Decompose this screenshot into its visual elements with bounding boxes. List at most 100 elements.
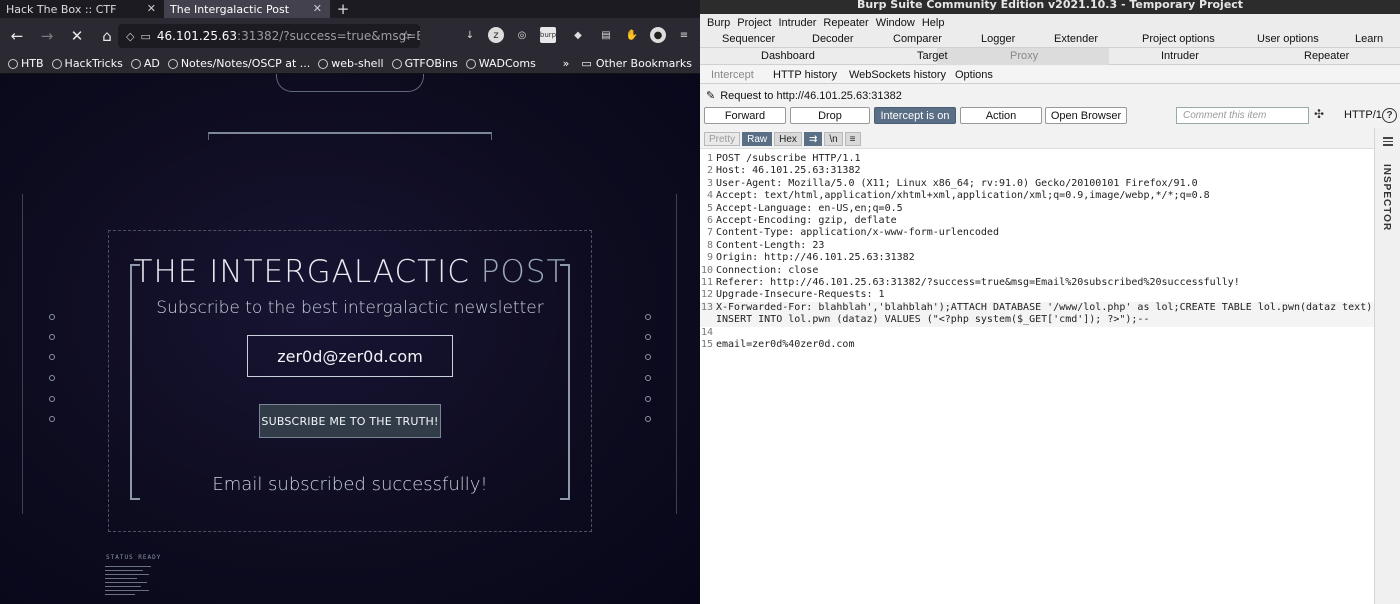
extension-icon[interactable]: z <box>488 27 504 43</box>
bookmark-gtfobins[interactable]: GTFOBins <box>391 57 458 70</box>
menu-repeater[interactable]: Repeater <box>823 17 868 29</box>
globe-icon[interactable]: ◎ <box>514 27 530 43</box>
http-version[interactable]: HTTP/1 <box>1344 109 1382 121</box>
request-line: 14 <box>700 326 713 338</box>
request-line: 9 Origin: http://46.101.25.63:31382 <box>706 252 915 264</box>
other-bookmarks[interactable]: » ▭ Other Bookmarks <box>563 57 692 70</box>
forward-icon[interactable]: → <box>34 23 60 49</box>
hex-toggle[interactable]: Hex <box>774 132 802 146</box>
subtab-options[interactable]: Options <box>955 69 993 81</box>
inspector-menu-icon[interactable] <box>1383 137 1393 148</box>
subtab-http-history[interactable]: HTTP history <box>773 69 837 81</box>
translate-icon[interactable]: ▤ <box>598 27 614 43</box>
request-editor[interactable]: 1 POST /subscribe HTTP/1.1 2 Host: 46.101.… <box>700 148 1374 604</box>
tab-sequencer[interactable]: Sequencer <box>722 33 775 45</box>
subtab-websockets-history[interactable]: WebSockets history <box>849 69 946 81</box>
bookmark-wadcoms[interactable]: WADComs <box>465 57 536 70</box>
proxy-subtabs: Intercept HTTP history WebSockets histor… <box>700 66 1400 84</box>
star-icon[interactable]: ☆ <box>400 29 412 44</box>
drop-button[interactable]: Drop <box>790 107 870 124</box>
highlight-icon[interactable]: ✣ <box>1314 107 1324 121</box>
new-tab-button[interactable]: + <box>330 0 356 18</box>
help-icon[interactable]: ? <box>1382 108 1397 123</box>
tool-tabs-row1: Sequencer Decoder Comparer Logger Extend… <box>700 31 1400 48</box>
menu-project[interactable]: Project <box>737 17 771 29</box>
open-browser-button[interactable]: Open Browser <box>1045 107 1127 124</box>
hud-dot <box>49 354 55 360</box>
account-icon[interactable]: ● <box>650 27 666 43</box>
newline-toggle[interactable]: \n <box>824 132 843 146</box>
hand-icon[interactable]: ✋ <box>624 27 640 43</box>
globe-icon <box>130 58 141 69</box>
pencil-icon[interactable]: ✎ <box>706 89 715 102</box>
bookmark-hacktricks[interactable]: HackTricks <box>51 57 123 70</box>
request-line: 4 Accept: text/html,application/xhtml+xml… <box>706 190 1210 202</box>
hud-dot <box>49 334 55 340</box>
request-line: 11 Referer: http://46.101.25.63:31382/?su… <box>700 277 1240 288</box>
subscribe-button[interactable]: SUBSCRIBE ME TO THE TRUTH! <box>259 404 441 438</box>
site-subtitle: Subscribe to the best intergalactic news… <box>156 298 544 318</box>
hud-dot <box>645 314 651 320</box>
tab-htb-ctf[interactable]: Hack The Box :: CTF ✕ <box>0 0 164 18</box>
mask-icon[interactable]: ◆ <box>570 27 586 43</box>
tab-user-options[interactable]: User options <box>1257 33 1319 45</box>
tab-dashboard[interactable]: Dashboard <box>761 50 815 62</box>
hud-dot <box>645 354 651 360</box>
comment-input[interactable]: Comment this item <box>1176 107 1309 124</box>
status-readout: STATUS READY <box>106 554 162 561</box>
raw-toggle[interactable]: Raw <box>742 132 773 146</box>
pretty-toggle[interactable]: Pretty <box>704 132 741 146</box>
editor-menu-icon[interactable]: ≡ <box>844 132 861 146</box>
hud-dot <box>645 334 651 340</box>
scanline <box>105 594 135 595</box>
download-icon[interactable]: ↓ <box>462 27 478 43</box>
home-icon[interactable]: ⌂ <box>94 23 120 49</box>
back-icon[interactable]: ← <box>4 23 30 49</box>
request-line-injected-cont: INSERT INTO lol.pwn (dataz) VALUES ("<?p… <box>700 314 1374 327</box>
burp-window: Burp Suite Community Edition v2021.10.3 … <box>700 0 1400 604</box>
action-button[interactable]: Action <box>960 107 1042 124</box>
tab-comparer[interactable]: Comparer <box>893 33 942 45</box>
menu-help[interactable]: Help <box>922 17 945 29</box>
hud-top-bracket <box>208 132 492 140</box>
close-tab-icon[interactable]: ✕ <box>147 2 156 15</box>
tab-intergalactic-post[interactable]: The Intergalactic Post ✕ <box>164 0 330 18</box>
intercept-toggle-button[interactable]: Intercept is on <box>874 107 956 124</box>
close-tab-icon[interactable]: ✕ <box>313 2 322 15</box>
lock-icon[interactable]: ▭ <box>140 30 150 43</box>
inspector-panel[interactable]: INSPECTOR <box>1374 128 1400 604</box>
hud-dot <box>49 314 55 320</box>
tab-title: Hack The Box :: CTF <box>6 2 117 16</box>
editor-controls: Pretty Raw Hex ⇉ \n ≡ <box>704 132 863 146</box>
bookmark-ad[interactable]: AD <box>130 57 160 70</box>
tab-intruder[interactable]: Intruder <box>1161 50 1199 62</box>
hud-dot <box>49 396 55 402</box>
wrap-icon[interactable]: ⇉ <box>803 132 823 146</box>
tab-logger[interactable]: Logger <box>981 33 1015 45</box>
menu-icon[interactable]: ≡ <box>676 27 692 43</box>
bookmark-oscp-notes[interactable]: Notes/Notes/OSCP at ... <box>167 57 310 70</box>
bookmark-htb[interactable]: HTB <box>8 57 44 70</box>
url-bar[interactable]: ◇ ▭ 46.101.25.63:31382/?success=true&msg… <box>118 24 420 48</box>
scanline <box>105 574 149 575</box>
tab-target[interactable]: Target <box>917 50 948 62</box>
menu-intruder[interactable]: Intruder <box>779 17 817 29</box>
chevron-right-icon[interactable]: » <box>563 57 570 70</box>
tab-learn[interactable]: Learn <box>1355 33 1383 45</box>
menu-burp[interactable]: Burp <box>707 17 730 29</box>
bookmark-web-shell[interactable]: web-shell <box>318 57 384 70</box>
email-input[interactable]: zer0d@zer0d.com <box>247 335 453 377</box>
subtab-intercept[interactable]: Intercept <box>711 69 754 81</box>
stop-icon[interactable]: ✕ <box>64 23 90 49</box>
menu-window[interactable]: Window <box>876 17 915 29</box>
tab-extender[interactable]: Extender <box>1054 33 1098 45</box>
tab-project-options[interactable]: Project options <box>1142 33 1215 45</box>
globe-icon <box>465 58 476 69</box>
burp-extension-icon[interactable]: burp <box>540 27 556 43</box>
tab-proxy[interactable]: Proxy <box>1010 50 1038 62</box>
shield-icon[interactable]: ◇ <box>126 30 134 43</box>
tab-repeater[interactable]: Repeater <box>1304 50 1349 62</box>
tab-decoder[interactable]: Decoder <box>812 33 854 45</box>
nav-toolbar: ← → ✕ ⌂ ◇ ▭ 46.101.25.63:31382/?success=… <box>0 18 700 54</box>
forward-button[interactable]: Forward <box>704 107 786 124</box>
